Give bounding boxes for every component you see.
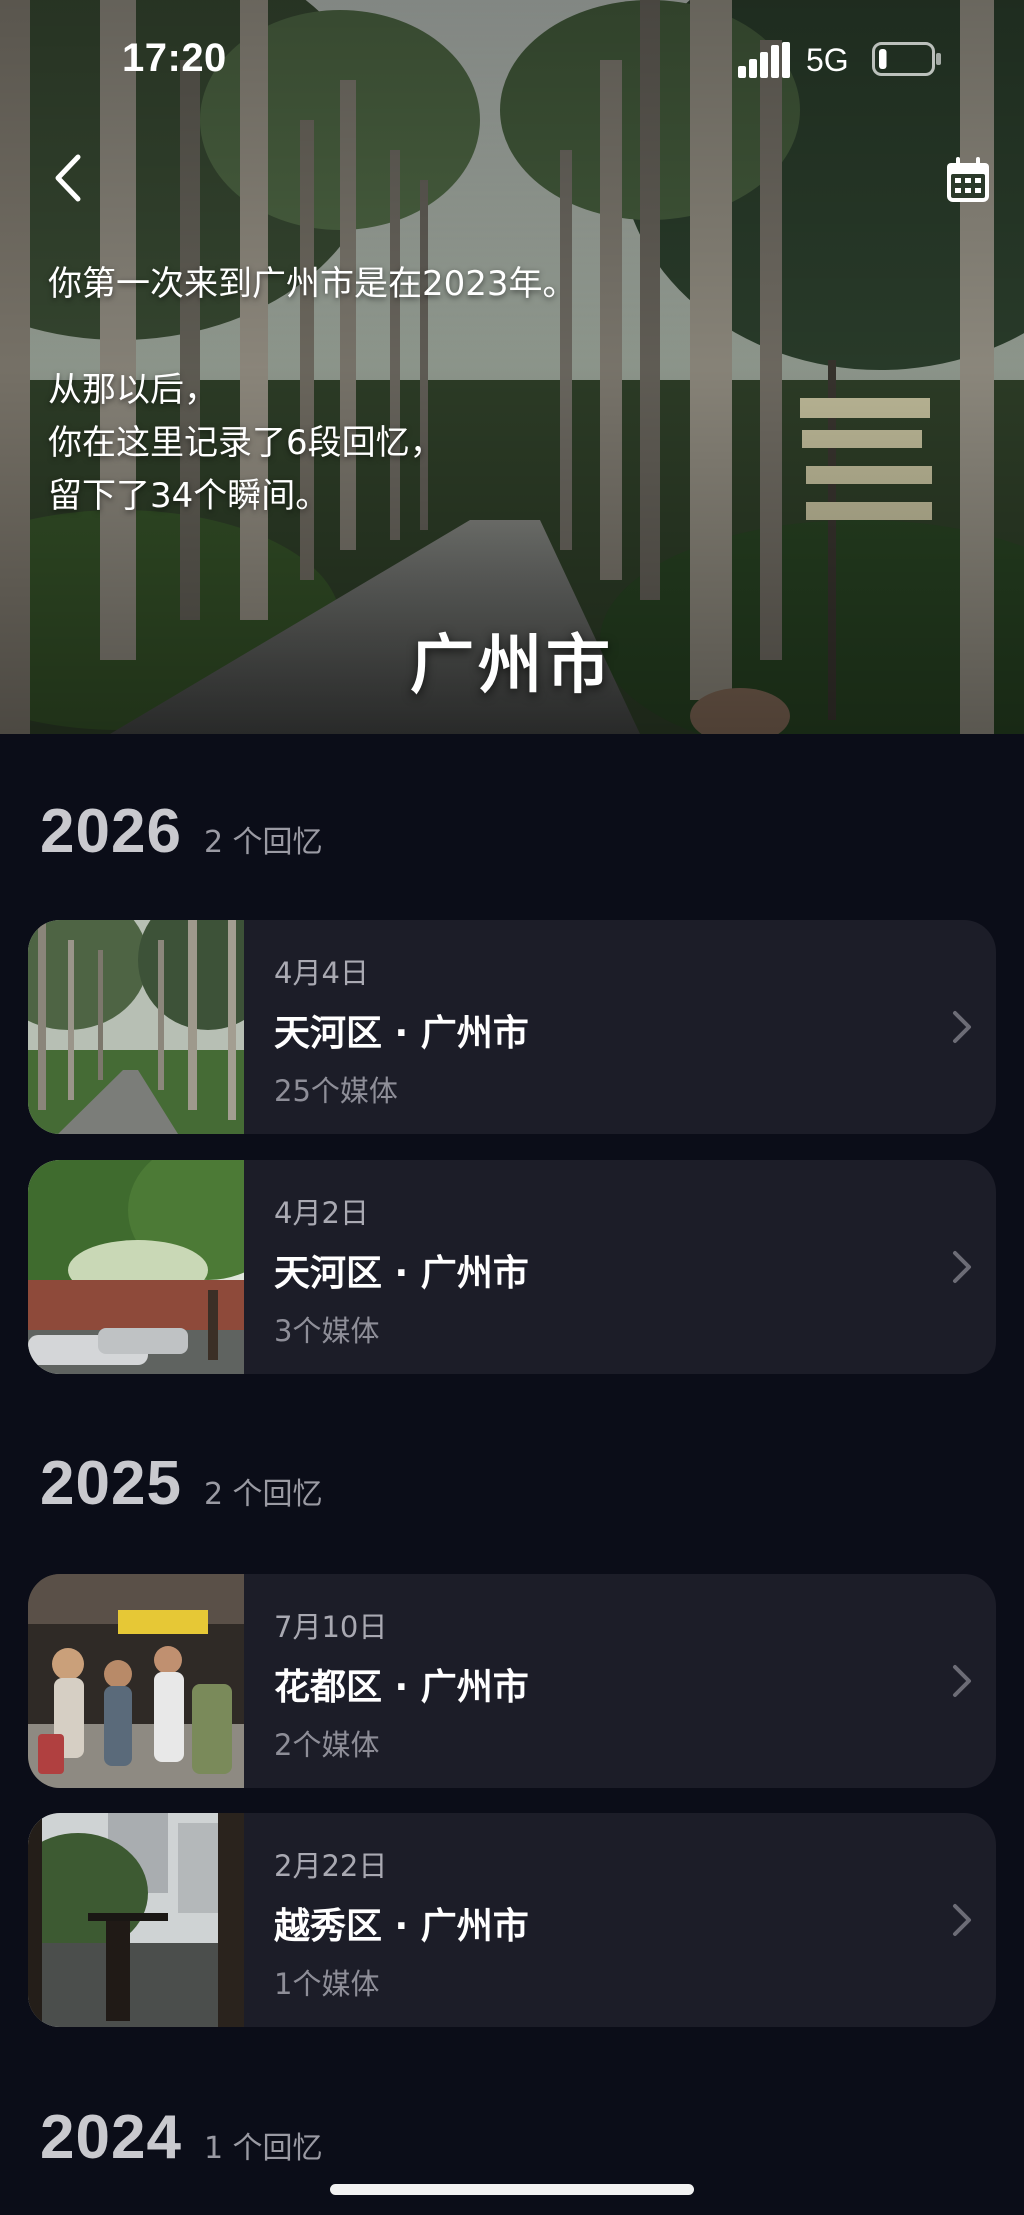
back-button[interactable]	[40, 146, 96, 210]
year-memory-count: 1 个回忆	[203, 2131, 323, 2166]
summary-first-visit: 你第一次来到广州市是在2023年。	[48, 264, 577, 304]
year-label: 2025	[40, 1449, 182, 1518]
calendar-icon	[947, 157, 989, 202]
year-memory-count: 2 个回忆	[203, 825, 323, 860]
memory-card[interactable]: 7月10日 花都区 · 广州市 2个媒体	[28, 1574, 996, 1788]
signal-strength-icon	[738, 42, 790, 78]
memory-card[interactable]: 4月2日 天河区 · 广州市 3个媒体	[28, 1160, 996, 1374]
memory-date: 4月2日	[274, 1196, 369, 1230]
memory-date: 7月10日	[274, 1610, 388, 1644]
memory-location: 花都区 · 广州市	[274, 1667, 529, 1708]
chevron-left-icon	[55, 154, 81, 202]
summary-memories: 你在这里记录了6段回忆，	[48, 423, 444, 463]
memory-card[interactable]: 2月22日 越秀区 · 广州市 1个媒体	[28, 1813, 996, 2027]
summary-since: 从那以后，	[48, 370, 218, 410]
city-title: 广州市	[410, 629, 614, 703]
year-memory-count: 2 个回忆	[203, 1477, 323, 1512]
network-type: 5G	[806, 42, 849, 78]
memory-media-count: 2个媒体	[274, 1728, 380, 1762]
chevron-right-icon	[953, 1904, 971, 1936]
memory-location: 越秀区 · 广州市	[274, 1906, 529, 1947]
memory-date: 4月4日	[274, 956, 369, 990]
year-header-2025: 2025 2 个回忆	[40, 1448, 323, 1519]
chevron-right-icon	[953, 1665, 971, 1697]
memory-summary: 你第一次来到广州市是在2023年。 从那以后， 你在这里记录了6段回忆， 留下了…	[48, 258, 908, 523]
memory-media-count: 3个媒体	[274, 1314, 380, 1348]
calendar-button[interactable]	[936, 148, 1000, 212]
memory-thumbnail	[28, 920, 244, 1134]
status-time: 17:20	[122, 36, 227, 80]
status-bar: 17:20 5G	[0, 0, 1024, 120]
memory-card[interactable]: 4月4日 天河区 · 广州市 25个媒体	[28, 920, 996, 1134]
memory-date: 2月22日	[274, 1849, 388, 1883]
battery-icon	[872, 42, 941, 76]
memory-thumbnail	[28, 1813, 244, 2027]
memory-location: 天河区 · 广州市	[274, 1253, 529, 1294]
year-header-2024: 2024 1 个回忆	[40, 2102, 323, 2173]
memory-media-count: 1个媒体	[274, 1967, 380, 2001]
home-indicator[interactable]	[330, 2184, 694, 2195]
memory-thumbnail	[28, 1574, 244, 1788]
summary-moments: 留下了34个瞬间。	[48, 476, 330, 516]
year-header-2026: 2026 2 个回忆	[40, 796, 323, 867]
chevron-right-icon	[953, 1011, 971, 1043]
memory-location: 天河区 · 广州市	[274, 1013, 529, 1054]
chevron-right-icon	[953, 1251, 971, 1283]
hero-header: 17:20 5G 你第一次来到广州市是在2023年。 从那以后， 你在这里记录了…	[0, 0, 1024, 734]
memory-thumbnail	[28, 1160, 244, 1374]
year-label: 2024	[40, 2103, 182, 2172]
memory-media-count: 25个媒体	[274, 1074, 398, 1108]
year-label: 2026	[40, 797, 182, 866]
